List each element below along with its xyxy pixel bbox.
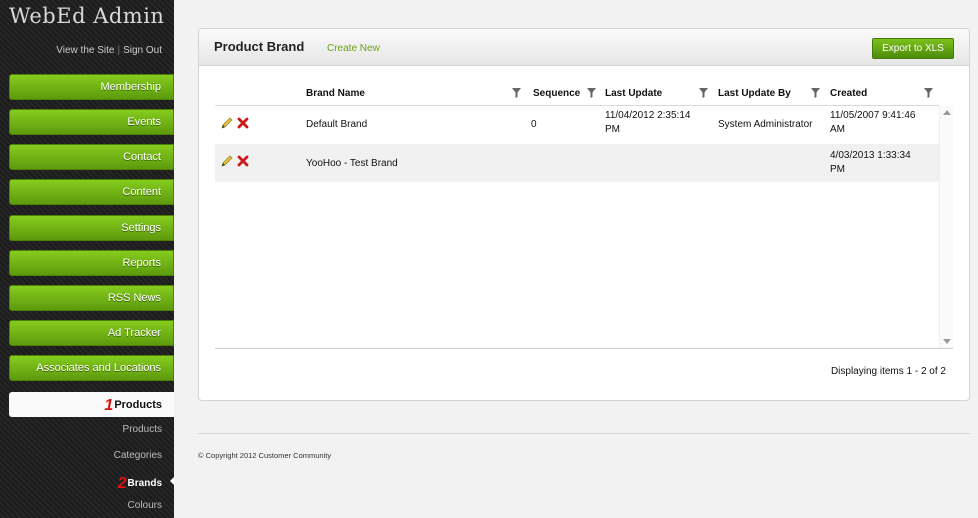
page-title: Product Brand <box>214 39 305 54</box>
filter-icon[interactable] <box>811 88 820 98</box>
edit-pencil-icon[interactable] <box>221 155 233 167</box>
cell-sequence: 0 <box>531 119 537 130</box>
filter-icon[interactable] <box>512 88 521 98</box>
edit-pencil-icon[interactable] <box>221 117 233 129</box>
copyright-text: © Copyright 2012 Customer Community <box>198 451 332 460</box>
step-badge-2: 2 <box>117 475 127 492</box>
filter-icon[interactable] <box>587 88 596 98</box>
paging-info: Displaying items 1 - 2 of 2 <box>830 366 946 377</box>
scroll-up-icon[interactable] <box>943 110 951 115</box>
brand-grid: Brand Name Sequence Last Update Last Upd… <box>215 77 953 349</box>
nav-settings[interactable]: Settings <box>9 215 174 241</box>
export-xls-button[interactable]: Export to XLS <box>872 38 954 59</box>
product-brand-panel: Product Brand Create New Export to XLS B… <box>198 28 970 401</box>
col-last-update-by[interactable]: Last Update By <box>718 88 791 99</box>
nav-events[interactable]: Events <box>9 109 174 135</box>
cell-created: 11/05/2007 9:41:46 AM <box>830 110 916 135</box>
cell-last-update-by: System Administrator <box>718 119 813 130</box>
subnav-products[interactable]: Products <box>123 424 162 435</box>
top-links: View the Site | Sign Out <box>56 45 162 56</box>
table-row: Default Brand 0 11/04/2012 2:35:14 PM Sys… <box>215 106 939 144</box>
delete-x-icon[interactable] <box>237 117 249 129</box>
nav-associates-locations[interactable]: Associates and Locations <box>9 355 174 381</box>
cell-last-update: 11/04/2012 2:35:14 PM <box>605 110 691 135</box>
app-logo: WebEd Admin <box>9 4 165 28</box>
step-badge-1: 1 <box>104 397 114 414</box>
col-brand-name[interactable]: Brand Name <box>306 88 365 99</box>
cell-brand-name: Default Brand <box>306 119 368 130</box>
scroll-down-icon[interactable] <box>943 339 951 344</box>
link-separator: | <box>117 45 121 56</box>
nav-reports[interactable]: Reports <box>9 250 174 276</box>
footer-divider <box>198 433 970 434</box>
nav-content[interactable]: Content <box>9 179 174 205</box>
nav-products-label: Products <box>114 399 162 411</box>
filter-icon[interactable] <box>699 88 708 98</box>
col-sequence[interactable]: Sequence <box>533 88 580 99</box>
nav-products-active[interactable]: 1Products <box>9 392 174 417</box>
sidebar: WebEd Admin View the Site | Sign Out Membe… <box>0 0 175 518</box>
col-created[interactable]: Created <box>830 88 867 99</box>
col-last-update[interactable]: Last Update <box>605 88 662 99</box>
nav-ad-tracker[interactable]: Ad Tracker <box>9 320 174 346</box>
panel-header: Product Brand Create New Export to XLS <box>199 29 969 66</box>
delete-x-icon[interactable] <box>237 155 249 167</box>
active-pointer-icon <box>170 476 175 486</box>
sign-out-link[interactable]: Sign Out <box>123 45 162 56</box>
subnav-categories[interactable]: Categories <box>114 450 162 461</box>
cell-brand-name: YooHoo - Test Brand <box>306 158 398 169</box>
grid-scrollbar[interactable] <box>939 106 953 348</box>
filter-icon[interactable] <box>924 88 933 98</box>
nav-contact[interactable]: Contact <box>9 144 174 170</box>
nav-membership[interactable]: Membership <box>9 74 174 100</box>
subnav-brands[interactable]: 2Brands <box>118 475 162 493</box>
view-site-link[interactable]: View the Site <box>56 45 114 56</box>
subnav-colours[interactable]: Colours <box>128 500 162 511</box>
cell-created: 4/03/2013 1:33:34 PM <box>830 150 911 175</box>
create-new-link[interactable]: Create New <box>327 43 380 54</box>
table-row: YooHoo - Test Brand 4/03/2013 1:33:34 PM <box>215 144 939 182</box>
subnav-brands-label: Brands <box>127 478 162 489</box>
nav-rss-news[interactable]: RSS News <box>9 285 174 311</box>
